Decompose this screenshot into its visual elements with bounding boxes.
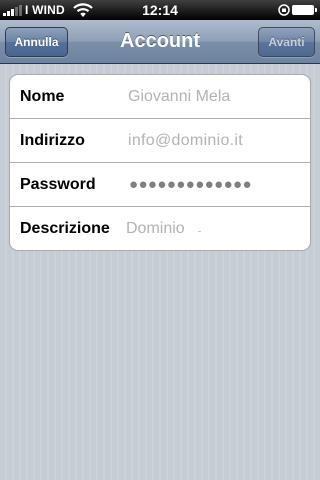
password-field[interactable]: ●●●●●●●●●●●●● xyxy=(129,175,252,195)
name-field[interactable]: Giovanni Mela xyxy=(128,87,230,107)
page-title: Account xyxy=(120,30,200,52)
password-label: Password xyxy=(20,176,96,193)
navigation-bar: Annulla Account Avanti xyxy=(0,20,320,64)
next-button[interactable]: Avanti xyxy=(258,27,315,57)
description-field[interactable]: Dominio xyxy=(126,219,185,239)
text-cursor xyxy=(198,231,201,232)
battery-icon xyxy=(292,5,317,15)
description-label: Descrizione xyxy=(20,220,110,237)
cancel-button[interactable]: Annulla xyxy=(5,27,68,57)
email-field[interactable]: info@dominio.it xyxy=(128,131,243,151)
password-row[interactable]: Password ●●●●●●●●●●●●● xyxy=(10,163,310,207)
address-label: Indirizzo xyxy=(20,132,85,149)
description-row[interactable]: Descrizione Dominio xyxy=(10,207,310,250)
status-time: 12:14 xyxy=(142,2,178,18)
address-row[interactable]: Indirizzo info@dominio.it xyxy=(10,119,310,163)
name-label: Nome xyxy=(20,88,65,105)
account-form: Nome Giovanni Mela Indirizzo info@domini… xyxy=(9,74,311,251)
status-bar: I WIND 12:14 xyxy=(0,0,320,20)
name-row[interactable]: Nome Giovanni Mela xyxy=(10,75,310,119)
orientation-lock-icon xyxy=(278,4,290,16)
